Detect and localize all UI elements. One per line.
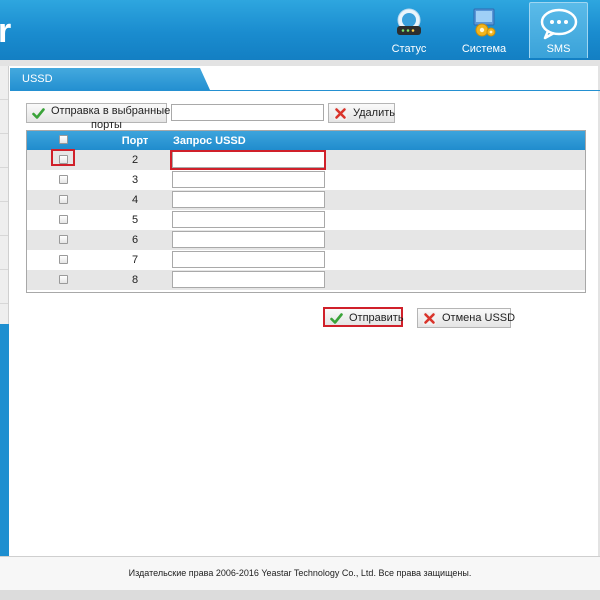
table-row: 7 [27,250,585,270]
ussd-request-input[interactable] [172,211,325,228]
send-button[interactable]: Отправить [323,307,404,327]
footer-copyright: Издательские права 2006-2016 Yeastar Tec… [0,557,600,590]
port-checkbox[interactable] [59,215,68,224]
port-number: 8 [131,274,139,286]
nav-system-label: Система [461,43,507,55]
section-title-tab: USSD [10,68,210,90]
section-divider [10,90,600,91]
ports-number-input[interactable] [171,104,324,121]
send-button-label: Отправить [349,312,404,324]
system-gear-icon [473,8,496,37]
checkmark-icon [32,108,45,119]
header-underline [0,60,600,66]
highlight-port-checkbox [51,149,75,166]
table-row: 3 [27,170,585,190]
nav-status[interactable]: Статус [381,2,437,58]
port-checkbox[interactable] [59,275,68,284]
table-header: Порт Запрос USSD [27,131,585,150]
cancel-x-icon [423,312,436,325]
footer-bottom-bar [0,590,600,600]
top-header: r Статус Система SMS [0,0,600,60]
nav-sms[interactable]: SMS [529,2,588,58]
send-to-selected-ports-button[interactable]: Отправка в выбранные порты [26,103,171,131]
select-all-checkbox[interactable] [59,135,68,144]
port-checkbox[interactable] [59,175,68,184]
highlight-ussd-input [170,150,326,170]
delete-label: Удалить [353,107,395,119]
left-sidebar-strip [0,66,9,556]
column-header-ussd-request: Запрос USSD [173,135,246,147]
logo-fragment: r [0,12,12,50]
ussd-request-input[interactable] [172,251,325,268]
delete-button[interactable]: Удалить [328,103,395,123]
ussd-request-input[interactable] [172,171,325,188]
cancel-ussd-label: Отмена USSD [442,312,516,324]
nav-status-label: Статус [391,43,427,55]
router-status-icon [397,8,421,35]
table-row: 6 [27,230,585,250]
nav-system[interactable]: Система [456,2,512,58]
port-checkbox[interactable] [59,255,68,264]
port-number: 6 [131,234,139,246]
port-number: 5 [131,214,139,226]
ussd-request-input[interactable] [172,231,325,248]
port-number: 3 [131,174,139,186]
table-row: 4 [27,190,585,210]
port-number: 2 [131,154,139,166]
nav-sms-label: SMS [546,43,571,55]
ussd-request-input[interactable] [172,191,325,208]
ussd-request-input[interactable] [172,271,325,288]
checkmark-icon [330,313,343,324]
table-row: 5 [27,210,585,230]
send-to-selected-label: Отправка в выбранные [51,105,171,117]
cancel-ussd-button[interactable]: Отмена USSD [417,308,515,328]
table-row: 8 [27,270,585,290]
port-number: 4 [131,194,139,206]
sms-chat-icon [540,8,577,40]
column-header-port: Порт [121,135,149,147]
port-checkbox[interactable] [59,235,68,244]
port-number: 7 [131,254,139,266]
delete-x-icon [334,107,347,120]
port-checkbox[interactable] [59,195,68,204]
